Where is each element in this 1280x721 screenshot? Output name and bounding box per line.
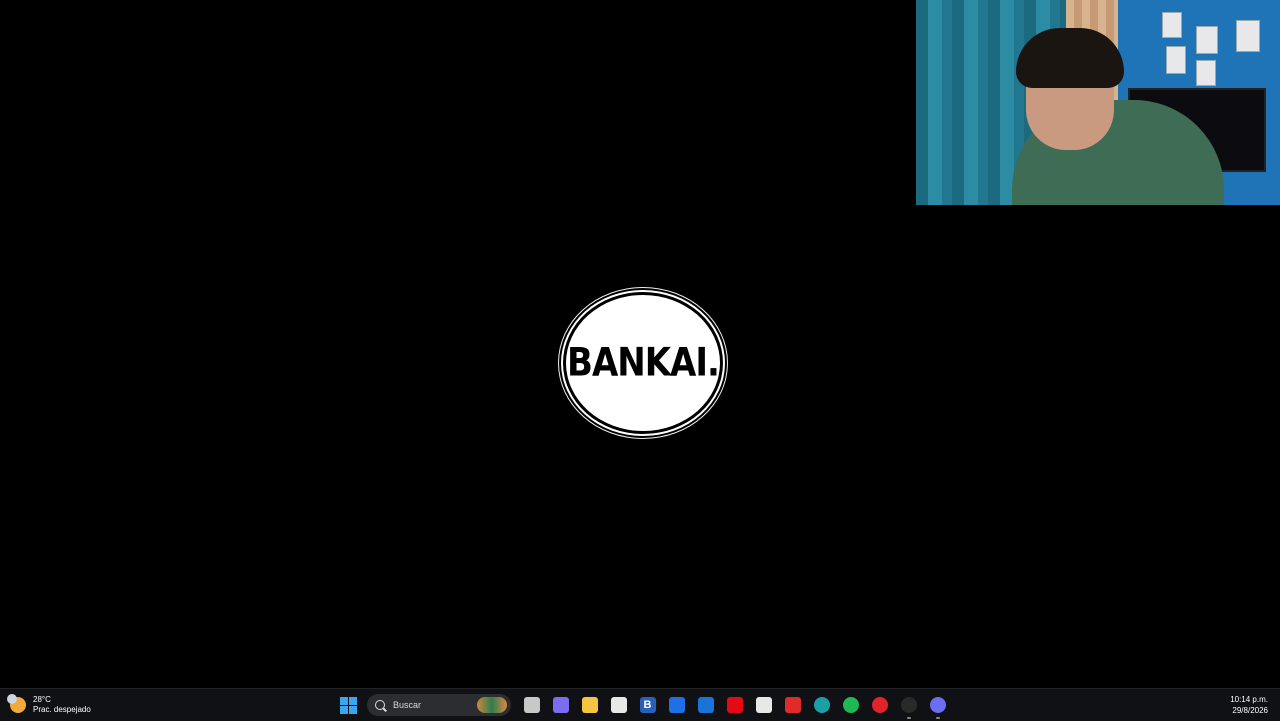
webcam-poster — [1166, 46, 1186, 74]
clock-date: 29/8/2026 — [1232, 706, 1268, 715]
search-highlight-icon — [477, 697, 507, 713]
b-app-icon: B — [639, 697, 656, 713]
obs-icon — [900, 697, 917, 713]
discord-icon — [929, 697, 946, 713]
copilot-icon — [552, 697, 569, 713]
search-icon — [375, 700, 385, 710]
taskbar-app-discord[interactable] — [927, 694, 949, 719]
weather-condition: Prac. despejado — [33, 705, 91, 714]
spotify-icon — [842, 697, 859, 713]
search-label: Buscar — [393, 700, 422, 710]
taskbar-app-copilot[interactable] — [550, 694, 572, 716]
weather-text: 28°C Prac. despejado — [33, 695, 91, 715]
taskbar-app-wps-office[interactable] — [782, 694, 804, 716]
webcam-poster — [1236, 20, 1260, 52]
taskbar-app-task-view[interactable] — [521, 694, 543, 716]
webcam-poster — [1196, 60, 1216, 86]
weather-widget[interactable]: 28°C Prac. despejado — [7, 693, 91, 717]
taskbar-app-edge[interactable] — [811, 694, 833, 716]
taskbar-app-news-app[interactable] — [608, 694, 630, 716]
taskbar-app-netflix[interactable] — [724, 694, 746, 716]
edge-icon — [813, 697, 830, 713]
file-explorer-icon — [581, 697, 598, 713]
taskbar-center: Buscar B — [334, 692, 952, 719]
dropbox-icon — [668, 697, 685, 713]
webcam-overlay — [916, 0, 1280, 205]
system-clock[interactable]: 10:14 p.m. 29/8/2026 — [1230, 694, 1268, 716]
start-button[interactable] — [338, 694, 360, 716]
webcam-person-hair — [1016, 28, 1124, 88]
opera-icon — [871, 697, 888, 713]
taskbar-app-opera[interactable] — [869, 694, 891, 716]
taskbar-app-microsoft-store[interactable] — [753, 694, 775, 716]
windows-logo-icon — [340, 696, 357, 714]
webcam-poster — [1162, 12, 1182, 38]
outlook-icon — [697, 697, 714, 713]
taskbar-app-obs[interactable] — [898, 694, 920, 719]
news-app-icon — [610, 697, 627, 713]
weather-partly-cloudy-icon — [7, 694, 26, 713]
netflix-icon — [726, 697, 743, 713]
bankai-logo: BANKAI. — [563, 292, 723, 434]
taskbar-app-b-app[interactable]: B — [637, 694, 659, 716]
weather-temperature: 28°C — [33, 695, 51, 704]
taskbar-app-spotify[interactable] — [840, 694, 862, 716]
desktop: BANKAI. — [0, 0, 1280, 688]
clock-time: 10:14 p.m. — [1230, 695, 1268, 704]
b-app-glyph: B — [643, 699, 652, 711]
taskbar-app-file-explorer[interactable] — [579, 694, 601, 716]
taskbar-app-outlook[interactable] — [695, 694, 717, 716]
logo-text: BANKAI. — [567, 340, 720, 386]
taskbar-app-dropbox[interactable] — [666, 694, 688, 716]
webcam-poster — [1196, 26, 1218, 54]
microsoft-store-icon — [755, 697, 772, 713]
search-box[interactable]: Buscar — [367, 694, 511, 716]
pinned-apps: B — [517, 694, 952, 719]
taskbar: 28°C Prac. despejado Buscar B 10:14 p.m.… — [0, 688, 1280, 721]
wps-office-icon — [784, 697, 801, 713]
task-view-icon — [523, 697, 540, 713]
